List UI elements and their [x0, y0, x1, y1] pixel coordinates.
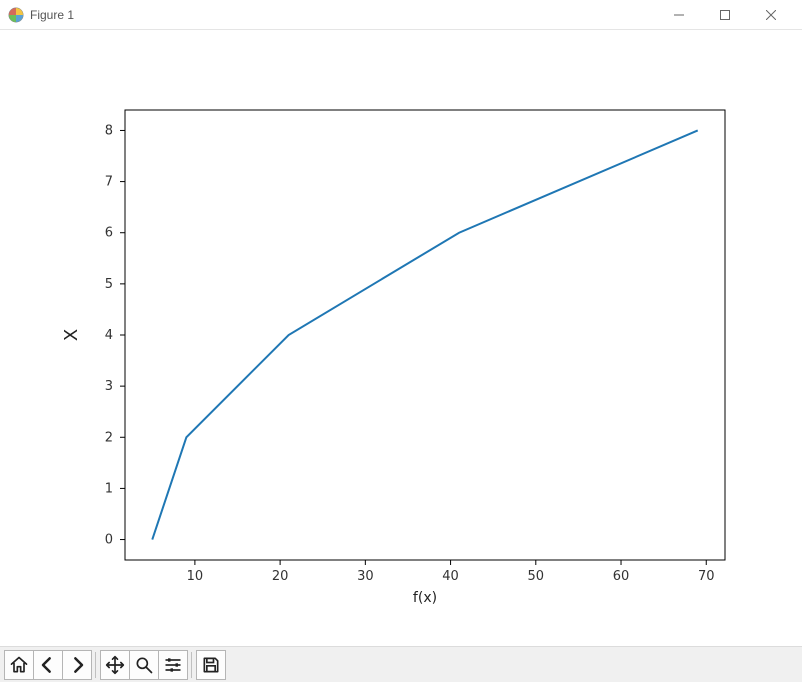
move-icon [105, 655, 125, 675]
zoom-button[interactable] [129, 650, 159, 680]
svg-text:40: 40 [442, 569, 459, 584]
close-icon [766, 10, 776, 20]
back-button[interactable] [33, 650, 63, 680]
minimize-button[interactable] [656, 0, 702, 30]
minimize-icon [674, 10, 684, 20]
pan-button[interactable] [100, 650, 130, 680]
app-icon [8, 7, 24, 23]
toolbar-separator [191, 652, 192, 678]
svg-text:30: 30 [357, 569, 374, 584]
svg-text:f(x): f(x) [413, 590, 437, 606]
save-button[interactable] [196, 650, 226, 680]
magnifier-icon [134, 655, 154, 675]
svg-text:0: 0 [105, 533, 113, 548]
svg-text:60: 60 [613, 569, 630, 584]
svg-text:X: X [61, 329, 82, 341]
window-titlebar: Figure 1 [0, 0, 802, 30]
maximize-button[interactable] [702, 0, 748, 30]
svg-text:6: 6 [105, 226, 113, 241]
plot-canvas[interactable]: 10 20 30 40 50 60 70 0 1 2 3 4 5 6 7 8 f(x) X [0, 30, 802, 646]
svg-text:7: 7 [105, 175, 113, 190]
matplotlib-toolbar [0, 646, 802, 682]
toolbar-separator [95, 652, 96, 678]
svg-text:10: 10 [187, 569, 204, 584]
svg-text:4: 4 [105, 328, 113, 343]
svg-text:50: 50 [528, 569, 545, 584]
svg-text:3: 3 [105, 379, 113, 394]
svg-text:70: 70 [698, 569, 715, 584]
sliders-icon [163, 655, 183, 675]
home-icon [9, 655, 29, 675]
configure-button[interactable] [158, 650, 188, 680]
svg-text:1: 1 [105, 481, 113, 496]
svg-text:2: 2 [105, 430, 113, 445]
maximize-icon [720, 10, 730, 20]
save-icon [201, 655, 221, 675]
arrow-left-icon [38, 655, 58, 675]
arrow-right-icon [67, 655, 87, 675]
forward-button[interactable] [62, 650, 92, 680]
svg-text:5: 5 [105, 277, 113, 292]
home-button[interactable] [4, 650, 34, 680]
window-title: Figure 1 [30, 8, 74, 22]
close-button[interactable] [748, 0, 794, 30]
svg-text:8: 8 [105, 123, 113, 138]
svg-text:20: 20 [272, 569, 289, 584]
